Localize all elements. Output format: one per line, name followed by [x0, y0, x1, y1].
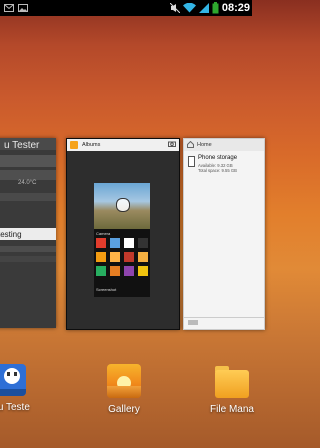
gallery-icon: [107, 364, 141, 398]
testing-button-label: testing: [0, 229, 22, 239]
camera-shutter-icon: [116, 198, 130, 212]
file-manager-icon: [215, 364, 249, 398]
albums-grid-label-screenshot: Screenshot: [96, 287, 117, 292]
dock-label-file-manager: File Mana: [210, 404, 254, 415]
dock-item-gallery[interactable]: Gallery: [102, 364, 146, 415]
signal-icon: [198, 3, 209, 13]
phone-storage-icon: [188, 156, 195, 167]
tu-tester-icon: [0, 364, 26, 396]
status-clock: 08:29: [221, 2, 250, 14]
phone-storage-total: Total space: 9.55 GB: [198, 168, 237, 173]
battery-icon: [212, 2, 219, 14]
mute-icon: [169, 3, 180, 13]
phone-storage-title: Phone storage: [198, 155, 238, 161]
dock-label-gallery: Gallery: [108, 404, 140, 415]
albums-grid-label-camera: Camera: [96, 231, 111, 236]
mail-icon: [4, 4, 14, 12]
camera-icon: [168, 141, 176, 149]
albums-app-icon: [70, 141, 78, 149]
recent-card-albums-title: Albums: [82, 142, 101, 148]
dock-item-tu-tester[interactable]: Tu Teste: [0, 364, 34, 413]
recent-card-tu-tester-title: u Tester: [4, 140, 40, 151]
home-icon: [187, 140, 194, 150]
testing-button: testing: [0, 228, 56, 240]
recent-card-file-manager[interactable]: Home Phone storage Available: 9.32 GB To…: [183, 138, 265, 330]
status-bar: 08:29: [0, 0, 252, 16]
recent-card-tu-tester-reading: 24.0°C: [18, 180, 37, 186]
recent-card-tu-tester[interactable]: u Tester 24.0°C testing: [0, 138, 56, 328]
albums-preview: Camera Screenshot: [94, 183, 150, 297]
wifi-icon: [182, 3, 196, 13]
recent-card-albums[interactable]: Albums Camera Screenshot: [66, 138, 180, 330]
breadcrumb-home: Home: [197, 142, 212, 148]
dock-item-file-manager[interactable]: File Mana: [210, 364, 254, 415]
image-icon: [18, 4, 28, 12]
recent-card-file-manager-header: Home: [184, 139, 264, 151]
recent-card-albums-header: Albums: [67, 139, 179, 151]
dock-label-tu-tester: Tu Teste: [0, 402, 30, 413]
